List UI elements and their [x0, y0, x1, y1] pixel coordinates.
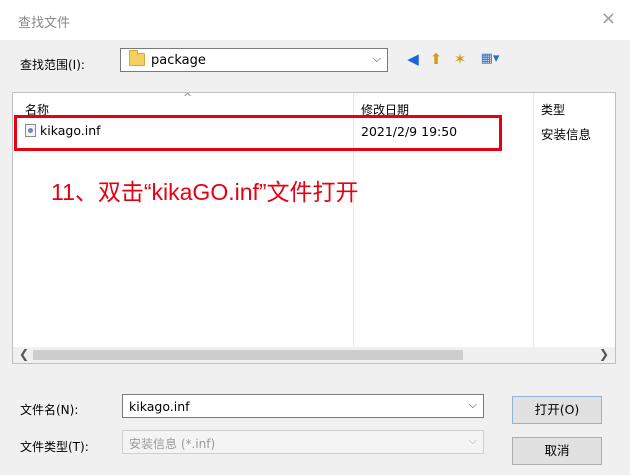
sort-caret-icon: ^ — [183, 91, 193, 104]
chevron-down-icon[interactable]: ⌵ — [373, 52, 381, 66]
look-in-label: 查找范围(I): — [20, 58, 85, 72]
scroll-right-icon[interactable]: ❯ — [599, 347, 609, 361]
open-file-dialog: 查找文件 × 查找范围(I): package ⌵ ◀ ⬆ ✶ ▦▾ 名称 ^ … — [0, 0, 630, 475]
column-divider — [533, 93, 534, 350]
open-button[interactable]: 打开(O) — [512, 396, 602, 424]
chevron-down-icon: ⌵ — [468, 434, 477, 447]
scroll-left-icon[interactable]: ❮ — [19, 347, 29, 361]
file-type: 安装信息 — [541, 127, 592, 142]
file-name-value: kikago.inf — [129, 399, 190, 414]
file-type-value: 安装信息 (*.inf) — [129, 437, 216, 451]
horizontal-scrollbar[interactable]: ❮ ❯ — [13, 347, 615, 363]
scroll-thumb[interactable] — [33, 350, 463, 360]
file-list[interactable]: 名称 ^ 修改日期 类型 kikago.inf 2021/2/9 19:50 安… — [12, 91, 616, 364]
chevron-down-icon[interactable]: ⌵ — [469, 398, 477, 412]
annotation-text: 11、双击“kikaGO.inf”文件打开 — [51, 179, 359, 205]
annotation-highlight-box — [14, 115, 502, 151]
title-bar: 查找文件 × — [0, 0, 630, 40]
new-folder-icon[interactable]: ✶ — [451, 50, 469, 68]
up-folder-icon[interactable]: ⬆ — [427, 50, 445, 68]
view-menu-icon[interactable]: ▦▾ — [476, 50, 504, 68]
column-header-type[interactable]: 类型 — [541, 101, 565, 118]
look-in-dropdown[interactable]: package ⌵ — [120, 48, 388, 72]
folder-icon — [129, 50, 145, 66]
cancel-button[interactable]: 取消 — [512, 437, 602, 465]
file-type-dropdown: 安装信息 (*.inf) ⌵ — [122, 430, 484, 454]
close-icon[interactable]: × — [601, 8, 616, 29]
file-type-label: 文件类型(T): — [20, 440, 89, 454]
look-in-value: package — [151, 53, 206, 68]
file-name-label: 文件名(N): — [20, 403, 79, 417]
dialog-title: 查找文件 — [18, 16, 71, 31]
back-icon[interactable]: ◀ — [404, 50, 422, 68]
file-name-input[interactable]: kikago.inf ⌵ — [122, 394, 484, 418]
